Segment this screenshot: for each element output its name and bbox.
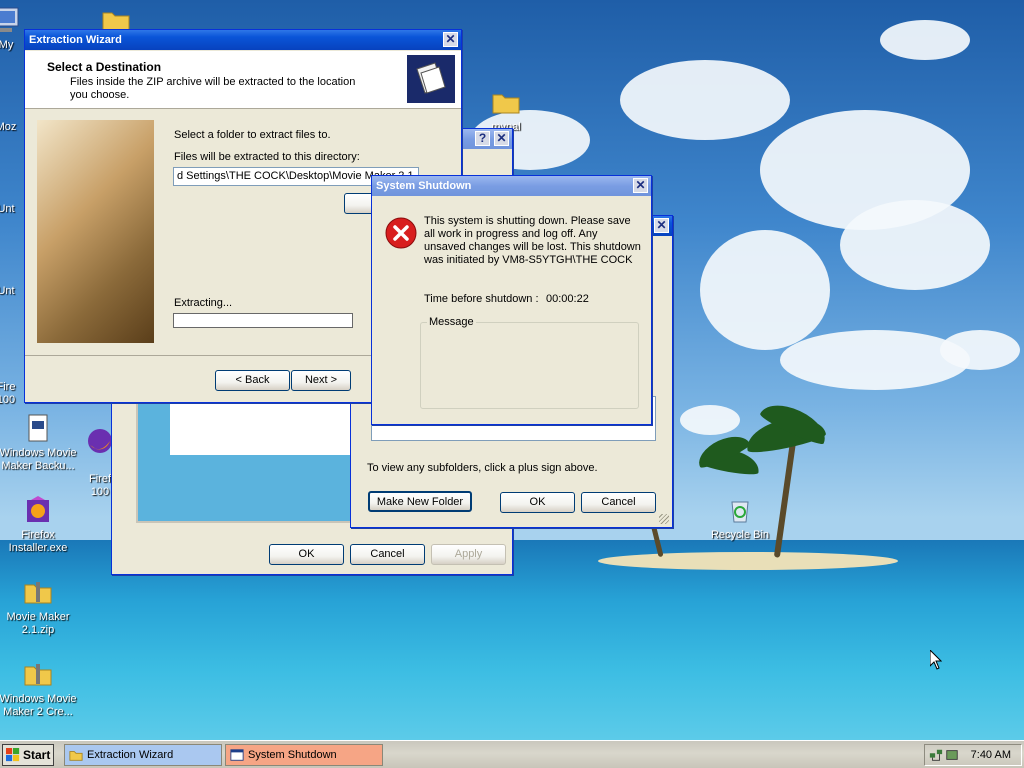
ok-button[interactable]: OK	[269, 544, 344, 565]
cloud	[680, 405, 740, 435]
cloud	[840, 200, 990, 290]
mouse-cursor-icon	[930, 650, 942, 670]
system-tray: 7:40 AM	[924, 744, 1022, 766]
desktop-icon-movie-maker-zip[interactable]: Movie Maker 2.1.zip	[0, 576, 78, 637]
island	[598, 552, 898, 570]
cloud	[780, 330, 970, 390]
next-button[interactable]: Next >	[291, 370, 351, 391]
window-title: System Shutdown	[376, 180, 472, 192]
subfolder-hint: To view any subfolders, click a plus sig…	[367, 462, 598, 474]
start-button[interactable]: Start	[2, 744, 54, 766]
tray-app-icon[interactable]	[945, 748, 959, 762]
close-icon[interactable]: ✕	[654, 218, 669, 233]
help-button[interactable]: ?	[475, 131, 490, 146]
windows-logo-icon	[6, 748, 20, 762]
resize-grip-icon[interactable]	[659, 514, 669, 524]
error-icon	[385, 217, 417, 249]
extracting-label: Extracting...	[174, 297, 233, 309]
network-icon[interactable]	[929, 748, 943, 762]
task-label: System Shutdown	[248, 749, 337, 761]
clock: 7:40 AM	[970, 749, 1011, 761]
desktop-icon-wmm2-creator[interactable]: Windows Movie Maker 2 Cre...	[0, 658, 78, 719]
folder-files-icon	[407, 55, 455, 103]
window-icon	[230, 749, 244, 761]
cloud	[940, 330, 1020, 370]
task-system-shutdown[interactable]: System Shutdown	[225, 744, 383, 766]
desktop-icon-recycle-bin[interactable]: Recycle Bin	[700, 494, 780, 542]
close-icon[interactable]: ✕	[494, 131, 509, 146]
select-folder-label: Select a folder to extract files to.	[174, 129, 331, 141]
extraction-wizard-titlebar: Extraction Wizard ✕	[25, 30, 461, 50]
task-label: Extraction Wizard	[87, 749, 174, 761]
wizard-subheading: Files inside the ZIP archive will be ext…	[70, 76, 356, 101]
cloud	[620, 60, 790, 140]
zip-folder-icon	[24, 664, 52, 686]
folder-icon	[492, 94, 520, 114]
recycle-bin-icon	[731, 501, 749, 523]
cancel-button[interactable]: Cancel	[581, 492, 656, 513]
shutdown-message: This system is shutting down. Please sav…	[424, 215, 641, 266]
desktop-icon-mypal[interactable]: mypal	[466, 86, 546, 134]
folder-icon	[69, 751, 83, 761]
message-group-label: Message	[427, 316, 476, 328]
time-before-shutdown-value: 00:00:22	[546, 293, 589, 305]
zip-folder-icon	[24, 582, 52, 604]
desktop-icon-firefox-installer[interactable]: Firefox Installer.exe	[0, 494, 78, 555]
close-icon[interactable]: ✕	[443, 32, 458, 47]
installer-icon	[27, 496, 49, 522]
wizard-side-image	[37, 120, 154, 343]
preview-white-area	[170, 401, 360, 455]
cancel-button[interactable]: Cancel	[350, 544, 425, 565]
message-group	[420, 322, 639, 409]
back-button[interactable]: < Back	[215, 370, 290, 391]
cloud	[880, 20, 970, 60]
ok-button[interactable]: OK	[500, 492, 575, 513]
cloud	[700, 230, 830, 350]
computer-icon	[0, 7, 19, 32]
taskbar: Start Extraction Wizard System Shutdown …	[0, 740, 1024, 768]
apply-button[interactable]: Apply	[431, 544, 506, 565]
extraction-progress-bar	[173, 313, 353, 328]
time-before-shutdown-label: Time before shutdown :	[424, 293, 539, 305]
wizard-heading: Select a Destination	[47, 60, 162, 74]
start-label: Start	[23, 748, 51, 762]
system-shutdown-window: System Shutdown ✕ This system is shuttin…	[371, 175, 652, 425]
document-icon	[28, 414, 48, 442]
make-new-folder-button[interactable]: Make New Folder	[368, 491, 472, 512]
directory-label: Files will be extracted to this director…	[174, 151, 360, 163]
window-title: Extraction Wizard	[29, 34, 122, 46]
close-icon[interactable]: ✕	[633, 178, 648, 193]
system-shutdown-titlebar: System Shutdown ✕	[372, 176, 651, 196]
wizard-header: Select a Destination Files inside the ZI…	[25, 51, 461, 109]
task-extraction-wizard[interactable]: Extraction Wizard	[64, 744, 222, 766]
